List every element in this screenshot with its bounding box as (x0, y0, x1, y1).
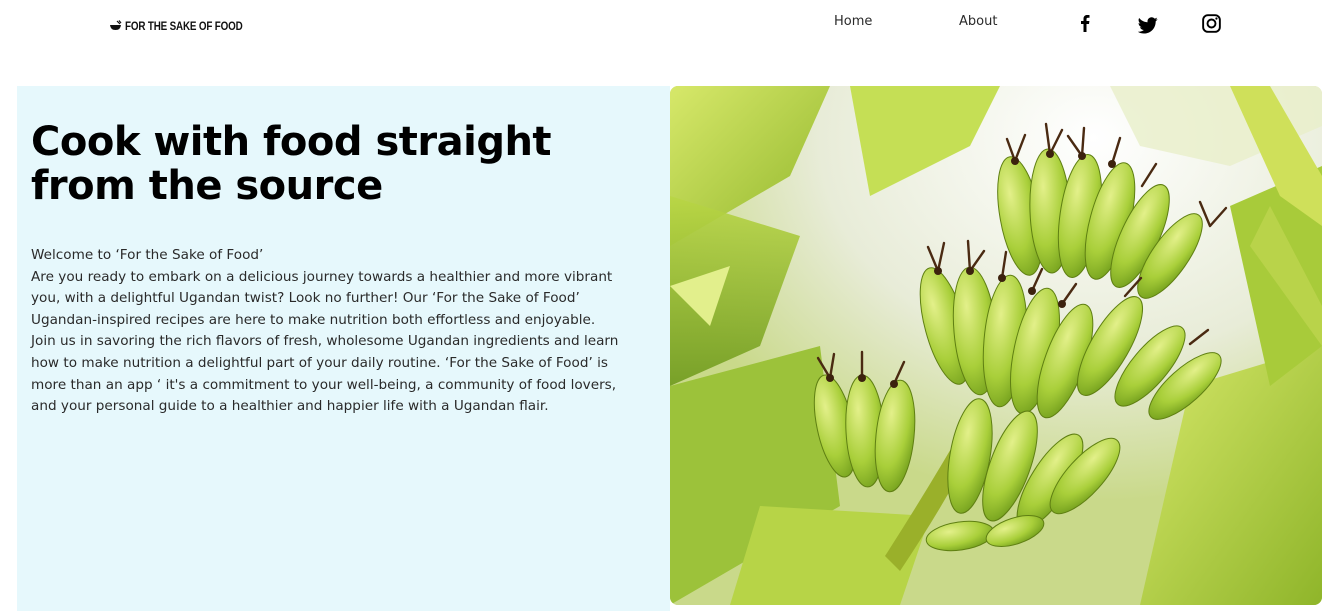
hero-description: Welcome to ‘For the Sake of Food’ Are yo… (31, 245, 636, 418)
site-logo[interactable]: FOR THE SAKE OF FOOD (109, 18, 268, 34)
nav-home-link[interactable]: Home (834, 14, 872, 29)
instagram-icon[interactable] (1200, 12, 1222, 34)
banana-bunch-image (670, 86, 1322, 605)
hero-text-panel: Cook with food straight from the source … (17, 86, 670, 611)
facebook-icon[interactable] (1074, 12, 1096, 34)
bowl-icon (110, 20, 122, 30)
hero-title: Cook with food straight from the source (31, 119, 552, 209)
hero-paragraph: Join us in savoring the rich flavors of … (31, 333, 619, 415)
nav-about-link[interactable]: About (959, 14, 997, 29)
hero-paragraph: Welcome to ‘For the Sake of Food’ (31, 247, 264, 263)
logo-text: FOR THE SAKE OF FOOD (125, 19, 243, 33)
twitter-icon[interactable] (1137, 14, 1159, 36)
site-header: FOR THE SAKE OF FOOD Home About (0, 0, 1342, 52)
hero-paragraph: Are you ready to embark on a delicious j… (31, 268, 613, 328)
